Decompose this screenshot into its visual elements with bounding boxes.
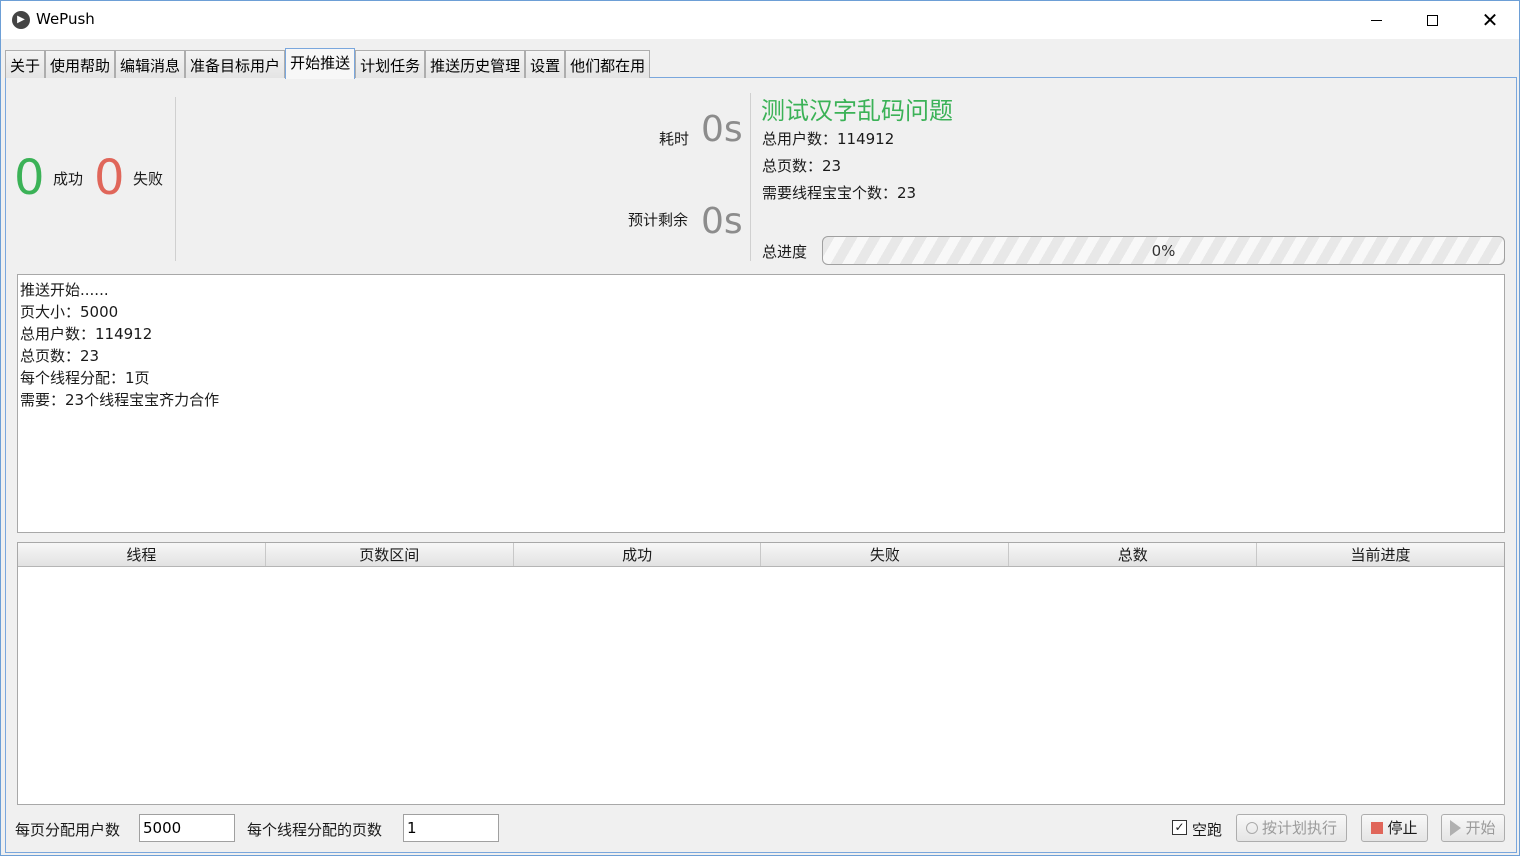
stop-label: 停止 xyxy=(1387,819,1418,837)
app-logo-icon: ▶ xyxy=(12,11,30,29)
success-count: 0 xyxy=(14,150,45,206)
title-bar: ▶ WePush ✕ xyxy=(1,1,1519,39)
column-header-page-range[interactable]: 页数区间 xyxy=(266,543,514,566)
total-users: 总用户数：114912 xyxy=(762,130,895,148)
column-header-fail[interactable]: 失败 xyxy=(761,543,1010,566)
close-button[interactable]: ✕ xyxy=(1461,1,1519,39)
log-line: 总用户数：114912 xyxy=(20,325,153,343)
column-header-success[interactable]: 成功 xyxy=(514,543,762,566)
total-pages: 总页数：23 xyxy=(762,157,842,175)
thread-table[interactable]: 线程 页数区间 成功 失败 总数 当前进度 xyxy=(17,542,1505,805)
log-line: 总页数：23 xyxy=(20,347,100,365)
divider xyxy=(750,93,751,261)
log-line: 需要：23个线程宝宝齐力合作 xyxy=(20,391,220,409)
column-header-total[interactable]: 总数 xyxy=(1009,543,1258,566)
checkmark-icon: ✓ xyxy=(1174,820,1185,834)
progress-text: 0% xyxy=(1151,241,1176,260)
elapsed-value: 0s xyxy=(701,109,743,150)
pages-per-thread-label: 每个线程分配的页数 xyxy=(247,821,383,839)
window-title: WePush xyxy=(36,10,95,28)
elapsed-label: 耗时 xyxy=(659,130,690,148)
start-button[interactable]: 开始 xyxy=(1441,814,1505,842)
tab-bar: 关于 使用帮助 编辑消息 准备目标用户 开始推送 计划任务 推送历史管理 设置 … xyxy=(5,48,651,79)
push-log-textarea[interactable]: 推送开始...... 页大小：5000 总用户数：114912 总页数：23 每… xyxy=(17,274,1505,533)
table-header: 线程 页数区间 成功 失败 总数 当前进度 xyxy=(18,543,1504,567)
maximize-icon xyxy=(1426,14,1438,26)
tab-target-users[interactable]: 准备目标用户 xyxy=(185,50,286,78)
fail-label: 失败 xyxy=(133,170,164,188)
pages-per-thread-input[interactable]: 1 xyxy=(403,814,499,842)
success-label: 成功 xyxy=(53,170,84,188)
tab-about[interactable]: 关于 xyxy=(5,50,46,78)
minimize-button[interactable] xyxy=(1347,1,1405,39)
schedule-run-button[interactable]: 按计划执行 xyxy=(1236,814,1347,842)
fail-count: 0 xyxy=(94,150,125,206)
stop-button[interactable]: 停止 xyxy=(1361,814,1428,842)
page-size-input[interactable]: 5000 xyxy=(139,814,235,842)
column-header-thread[interactable]: 线程 xyxy=(18,543,266,566)
stop-icon xyxy=(1371,822,1384,834)
tab-schedule[interactable]: 计划任务 xyxy=(355,50,426,78)
remaining-label: 预计剩余 xyxy=(628,211,689,229)
minimize-icon xyxy=(1370,19,1382,21)
total-progress-bar: 0% xyxy=(822,236,1505,265)
divider xyxy=(175,97,176,261)
column-header-progress[interactable]: 当前进度 xyxy=(1257,543,1504,566)
tab-help[interactable]: 使用帮助 xyxy=(45,50,116,78)
clock-icon xyxy=(1245,822,1258,834)
dry-run-checkbox[interactable]: ✓ xyxy=(1172,820,1187,835)
message-title: 测试汉字乱码问题 xyxy=(761,97,953,125)
remaining-value: 0s xyxy=(701,201,743,242)
threads-needed: 需要线程宝宝个数：23 xyxy=(762,184,917,202)
tab-edit-message[interactable]: 编辑消息 xyxy=(115,50,186,78)
tab-settings[interactable]: 设置 xyxy=(525,50,566,78)
dry-run-label: 空跑 xyxy=(1192,821,1223,839)
log-line: 页大小：5000 xyxy=(20,303,119,321)
progress-label: 总进度 xyxy=(762,243,808,261)
tab-start-push[interactable]: 开始推送 xyxy=(285,48,356,79)
maximize-button[interactable] xyxy=(1403,1,1461,39)
app-window: ▶ WePush ✕ 关于 使用帮助 编辑消息 准备目标用户 开始推送 计划任务… xyxy=(0,0,1520,856)
tab-who-uses[interactable]: 他们都在用 xyxy=(565,50,651,78)
schedule-run-label: 按计划执行 xyxy=(1261,819,1337,837)
log-line: 每个线程分配：1页 xyxy=(20,369,150,387)
start-label: 开始 xyxy=(1465,819,1496,837)
tab-push-history[interactable]: 推送历史管理 xyxy=(425,50,526,78)
play-icon xyxy=(1450,820,1462,836)
page-size-label: 每页分配用户数 xyxy=(15,821,121,839)
log-line: 推送开始...... xyxy=(20,281,109,299)
close-icon: ✕ xyxy=(1481,8,1499,32)
